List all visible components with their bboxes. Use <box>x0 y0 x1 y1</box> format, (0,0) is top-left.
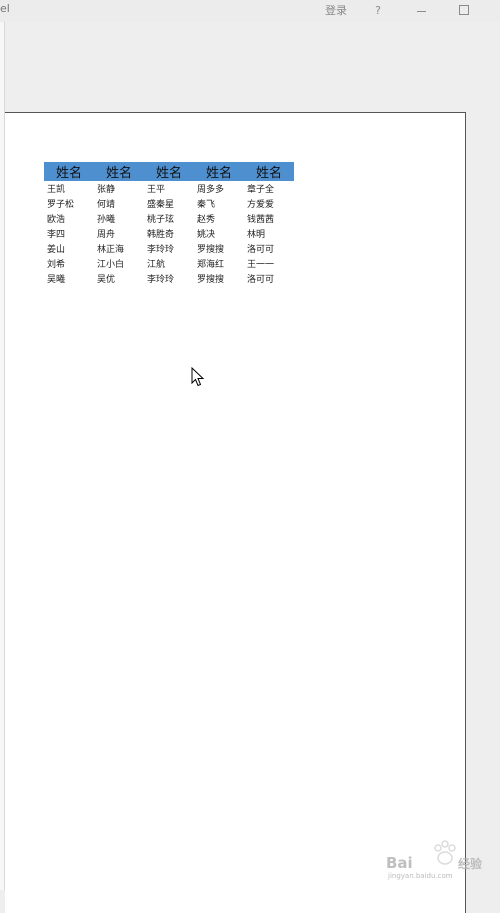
name-table: 姓名 姓名 姓名 姓名 姓名 王凯 张静 王平 周多多 章子全 罗子松 何靖 盛… <box>44 162 294 286</box>
table-cell: 江小白 <box>97 260 125 270</box>
table-cell: 李四 <box>47 230 66 240</box>
page-sheet: 姓名 姓名 姓名 姓名 姓名 王凯 张静 王平 周多多 章子全 罗子松 何靖 盛… <box>5 112 466 913</box>
maximize-icon <box>459 5 469 15</box>
table-cell: 赵秀 <box>197 215 216 225</box>
table-cell: 吴曦 <box>47 275 66 285</box>
title-bar: el 登录 ? <box>0 0 500 22</box>
table-cell: 韩胜奇 <box>147 230 175 240</box>
svg-text:经验: 经验 <box>458 856 483 871</box>
table-cell: 秦飞 <box>197 200 216 210</box>
table-cell: 欧浩 <box>47 215 66 225</box>
table-row: 欧浩 孙曦 桃子玹 赵秀 钱茜茜 <box>44 211 294 226</box>
minimize-button[interactable] <box>409 0 433 20</box>
table-cell: 周多多 <box>197 185 225 195</box>
watermark-url: jingyan.baidu.com <box>388 872 453 880</box>
table-cell: 姜山 <box>47 245 66 255</box>
table-cell: 江航 <box>147 260 166 270</box>
table-cell: 王凯 <box>47 185 66 195</box>
print-preview-area[interactable]: 姓名 姓名 姓名 姓名 姓名 王凯 张静 王平 周多多 章子全 罗子松 何靖 盛… <box>5 22 500 913</box>
table-cell: 钱茜茜 <box>247 215 275 225</box>
table-cell: 李玲玲 <box>147 275 175 285</box>
table-cell: 盛秦星 <box>147 200 175 210</box>
login-link[interactable]: 登录 <box>325 2 347 18</box>
column-header: 姓名 <box>244 162 294 181</box>
table-cell: 郑海红 <box>197 260 225 270</box>
mouse-cursor-icon <box>191 367 205 387</box>
table-cell: 孙曦 <box>97 215 116 225</box>
table-row: 罗子松 何靖 盛秦星 秦飞 方爱爱 <box>44 196 294 211</box>
table-cell: 罗子松 <box>47 200 75 210</box>
table-cell: 罗搜搜 <box>197 245 225 255</box>
table-cell: 周舟 <box>97 230 116 240</box>
table-cell: 章子全 <box>247 185 275 195</box>
table-cell: 吴优 <box>97 275 116 285</box>
svg-text:Bai: Bai <box>386 854 413 872</box>
table-row: 吴曦 吴优 李玲玲 罗搜搜 洛可可 <box>44 271 294 286</box>
table-cell: 刘希 <box>47 260 66 270</box>
column-header: 姓名 <box>44 162 94 181</box>
table-cell: 林正海 <box>97 245 125 255</box>
table-cell: 洛可可 <box>247 245 275 255</box>
column-header: 姓名 <box>144 162 194 181</box>
table-row: 李四 周舟 韩胜奇 姚决 林明 <box>44 226 294 241</box>
table-cell: 李玲玲 <box>147 245 175 255</box>
table-header-row: 姓名 姓名 姓名 姓名 姓名 <box>44 162 294 181</box>
app-title: el <box>0 2 10 15</box>
table-cell: 姚决 <box>197 230 216 240</box>
table-row: 刘希 江小白 江航 郑海红 王一一 <box>44 256 294 271</box>
table-cell: 桃子玹 <box>147 215 175 225</box>
table-cell: 王一一 <box>247 260 275 270</box>
maximize-button[interactable] <box>452 0 476 20</box>
table-row: 姜山 林正海 李玲玲 罗搜搜 洛可可 <box>44 241 294 256</box>
help-button[interactable]: ? <box>366 0 390 20</box>
column-header: 姓名 <box>194 162 244 181</box>
table-row: 王凯 张静 王平 周多多 章子全 <box>44 181 294 196</box>
minimize-icon <box>416 10 426 12</box>
table-cell: 何靖 <box>97 200 116 210</box>
table-cell: 方爱爱 <box>247 200 275 210</box>
table-cell: 洛可可 <box>247 275 275 285</box>
table-cell: 林明 <box>247 230 266 240</box>
table-cell: 王平 <box>147 185 166 195</box>
column-header: 姓名 <box>94 162 144 181</box>
table-cell: 张静 <box>97 185 116 195</box>
table-cell: 罗搜搜 <box>197 275 225 285</box>
